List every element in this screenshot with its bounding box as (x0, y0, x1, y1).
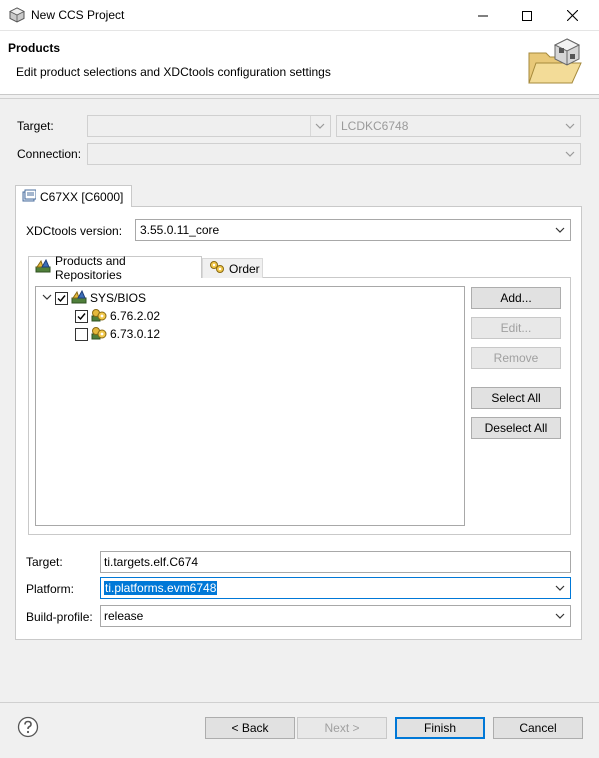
tab-c67xx-label: C67XX [C6000] (40, 189, 124, 204)
wizard-banner: Products Edit product selections and XDC… (0, 31, 599, 95)
version-checkbox[interactable] (75, 327, 88, 341)
title-bar: New CCS Project (0, 0, 599, 31)
cancel-button[interactable]: Cancel (493, 717, 583, 739)
chevron-down-icon (564, 120, 576, 132)
platform-combo[interactable]: ti.platforms.evm6748 (100, 577, 571, 599)
tab-products-label: Products and Repositories (55, 253, 126, 282)
product-folder-icon (71, 289, 87, 307)
deselect-all-button[interactable]: Deselect All (471, 417, 561, 439)
add-button[interactable]: Add... (471, 287, 561, 309)
chevron-down-icon (314, 120, 326, 132)
chevron-down-icon[interactable] (42, 291, 52, 305)
close-button[interactable] (549, 0, 595, 31)
platform-label: Platform: (26, 582, 75, 596)
sysbios-checkbox[interactable] (55, 291, 68, 305)
products-icon (35, 258, 51, 276)
platform-value[interactable]: ti.platforms.evm6748 (104, 581, 218, 595)
tree-label: SYS/BIOS (90, 291, 147, 305)
build-profile-combo[interactable]: release (100, 605, 571, 627)
xdctools-version-combo[interactable]: 3.55.0.11_core (135, 219, 571, 241)
version-checkbox[interactable] (75, 309, 88, 323)
banner-divider (0, 98, 599, 99)
chevron-down-icon (554, 582, 566, 594)
target-label: Target: (17, 119, 54, 133)
xdctools-version-label: XDCtools version: (26, 224, 123, 238)
device-icon (22, 189, 37, 205)
footer-divider (0, 702, 599, 703)
window-title: New CCS Project (31, 8, 125, 22)
tree-row-sysbios[interactable]: SYS/BIOS (42, 289, 146, 307)
remove-button[interactable]: Remove (471, 347, 561, 369)
products-tree[interactable]: SYS/BIOS 6.76.2.02 6.73.0.12 (35, 286, 465, 526)
project-folder-icon (526, 37, 584, 89)
build-profile-label: Build-profile: (26, 610, 93, 624)
page-title: Products (8, 41, 61, 55)
minimize-button[interactable] (460, 0, 506, 31)
select-all-button[interactable]: Select All (471, 387, 561, 409)
xdctools-version-value: 3.55.0.11_core (140, 223, 220, 237)
chevron-down-icon (554, 224, 566, 236)
tree-row-version[interactable]: 6.73.0.12 (75, 325, 160, 343)
tab-c67xx[interactable]: C67XX [C6000] (15, 185, 132, 207)
tab-order-label: Order (229, 261, 260, 276)
product-version-icon (91, 326, 107, 343)
tab-products-and-repositories[interactable]: Products and Repositories (28, 254, 202, 282)
connection-combo[interactable] (87, 143, 581, 165)
help-icon[interactable] (17, 716, 39, 741)
connection-label: Connection: (17, 147, 82, 161)
maximize-button[interactable] (504, 0, 550, 31)
config-target-input[interactable]: ti.targets.elf.C674 (100, 551, 571, 573)
tree-label: 6.73.0.12 (110, 327, 161, 341)
edit-button[interactable]: Edit... (471, 317, 561, 339)
order-icon (209, 260, 225, 277)
finish-button[interactable]: Finish (395, 717, 485, 739)
target-device-combo[interactable] (87, 115, 331, 137)
combo-divider (310, 116, 311, 136)
chevron-down-icon (564, 148, 576, 160)
chevron-down-icon (554, 610, 566, 622)
back-button[interactable]: < Back (205, 717, 295, 739)
board-value: LCDKC6748 (341, 119, 409, 133)
tree-row-version[interactable]: 6.76.2.02 (75, 307, 160, 325)
tree-label: 6.76.2.02 (110, 309, 161, 323)
product-version-icon (91, 308, 107, 325)
tab-order[interactable]: Order (202, 258, 263, 278)
next-button[interactable]: Next > (297, 717, 387, 739)
page-description: Edit product selections and XDCtools con… (16, 65, 331, 79)
board-combo[interactable]: LCDKC6748 (336, 115, 581, 137)
build-profile-value: release (104, 609, 144, 623)
config-target-value: ti.targets.elf.C674 (104, 555, 199, 569)
ccs-app-icon (9, 7, 25, 23)
config-target-label: Target: (26, 555, 63, 569)
